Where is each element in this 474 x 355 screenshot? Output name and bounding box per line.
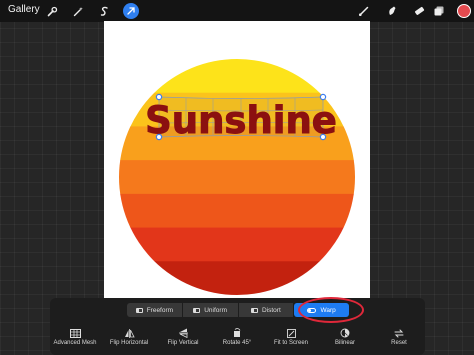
- mode-distort-label: Distort: [261, 306, 281, 314]
- bilinear-icon: [340, 328, 350, 338]
- flip-vertical-button[interactable]: Flip Vertical: [164, 328, 202, 346]
- mesh-grid-icon: [69, 328, 81, 338]
- mode-distort-button[interactable]: Distort: [238, 303, 294, 317]
- flip-horizontal-icon: [124, 328, 135, 338]
- sunshine-text: Sunshine: [145, 99, 337, 142]
- advanced-mesh-button[interactable]: Advanced Mesh: [52, 328, 98, 346]
- fit-screen-icon: [286, 328, 296, 338]
- bilinear-button[interactable]: Bilinear: [333, 328, 357, 346]
- layers-icon[interactable]: [431, 3, 447, 19]
- top-toolbar: Gallery: [0, 0, 474, 22]
- current-color-swatch[interactable]: [457, 4, 471, 18]
- mode-freeform-label: Freeform: [146, 306, 174, 314]
- sun-stripe: [119, 160, 355, 195]
- rotate-45-button[interactable]: Rotate 45°: [220, 328, 254, 346]
- eraser-icon[interactable]: [411, 3, 427, 19]
- mode-warp-button[interactable]: Warp: [294, 303, 349, 317]
- magic-wand-icon[interactable]: [70, 3, 86, 19]
- flip-horizontal-label: Flip Horizontal: [109, 340, 149, 346]
- reset-button[interactable]: Reset: [388, 328, 410, 346]
- mode-warp-label: Warp: [320, 306, 336, 314]
- freeform-icon: [135, 307, 143, 313]
- sun-stripe: [119, 227, 355, 262]
- advanced-mesh-label: Advanced Mesh: [53, 340, 97, 346]
- gallery-button[interactable]: Gallery: [8, 4, 40, 15]
- flip-vertical-icon: [178, 328, 188, 338]
- flip-vertical-label: Flip Vertical: [167, 340, 199, 346]
- transform-mode-selector: Freeform Uniform Distort Warp: [127, 303, 349, 317]
- mode-uniform-label: Uniform: [204, 306, 227, 314]
- smudge-icon[interactable]: [384, 3, 400, 19]
- flip-horizontal-button[interactable]: Flip Horizontal: [107, 328, 151, 346]
- distort-icon: [250, 307, 258, 313]
- sun-stripe: [119, 193, 355, 229]
- warp-icon: [307, 307, 317, 313]
- fit-to-screen-button[interactable]: Fit to Screen: [271, 328, 311, 346]
- sun-stripe: [119, 261, 355, 295]
- wrench-icon[interactable]: [44, 3, 60, 19]
- sun-stripe: [119, 59, 355, 94]
- transform-toolbar: Freeform Uniform Distort Warp: [50, 298, 425, 355]
- reset-icon: [394, 328, 404, 338]
- fit-to-screen-label: Fit to Screen: [273, 340, 308, 346]
- transform-arrow-icon[interactable]: [123, 3, 139, 19]
- rotate-45-label: Rotate 45°: [222, 340, 252, 346]
- selection-s-icon[interactable]: [96, 3, 112, 19]
- brush-icon[interactable]: [356, 3, 372, 19]
- uniform-icon: [193, 307, 201, 313]
- rotate-icon: [232, 328, 242, 338]
- reset-label: Reset: [391, 340, 407, 346]
- mode-freeform-button[interactable]: Freeform: [127, 303, 182, 317]
- bilinear-label: Bilinear: [334, 340, 355, 346]
- mode-uniform-button[interactable]: Uniform: [182, 303, 238, 317]
